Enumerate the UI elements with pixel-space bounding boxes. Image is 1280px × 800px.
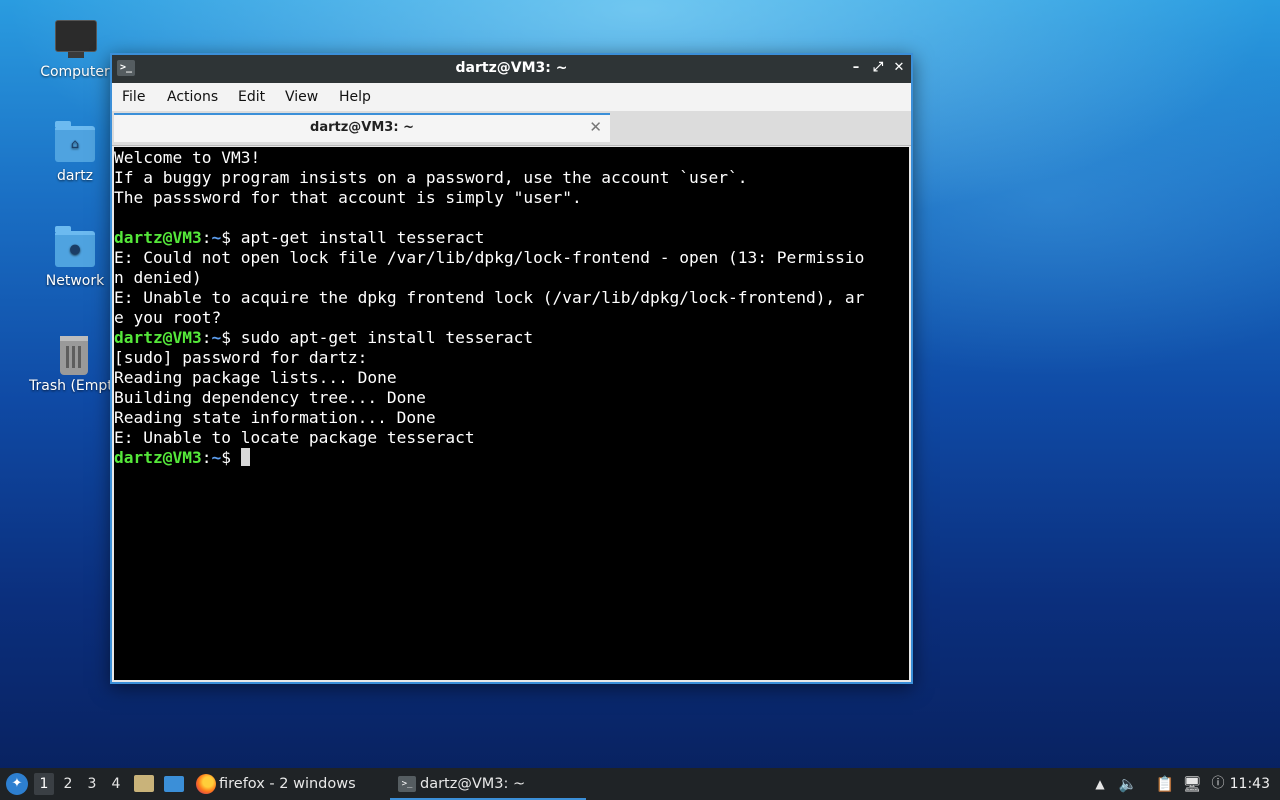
tab-terminal[interactable]: dartz@VM3: ~ ✕	[114, 113, 610, 142]
show-desktop-icon[interactable]	[164, 776, 184, 792]
line-text: The passsword for that account is simply…	[114, 188, 582, 207]
terminal-prompt-line: dartz@VM3:~$	[114, 448, 909, 468]
tab-bar: dartz@VM3: ~ ✕	[112, 111, 911, 146]
prompt-symbol: $	[221, 328, 241, 347]
computer-icon	[53, 16, 97, 60]
prompt-symbol: $	[221, 228, 241, 247]
prompt-user: dartz@VM3	[114, 228, 202, 247]
prompt-colon: :	[201, 228, 212, 247]
terminal-prompt-line: dartz@VM3:~$ sudo apt-get install tesser…	[114, 328, 909, 348]
desktop-icon-label: Trash (Empty)	[29, 378, 110, 394]
file-manager-icon[interactable]	[134, 775, 154, 792]
task-firefox[interactable]: firefox - 2 windows	[196, 768, 376, 800]
line-text: E: Unable to acquire the dpkg frontend l…	[114, 288, 865, 307]
clipboard-icon[interactable]: 📋	[1155, 774, 1175, 794]
terminal-prompt-line: dartz@VM3:~$ apt-get install tesseract	[114, 228, 909, 248]
home-folder-icon: ⌂	[53, 120, 97, 164]
terminal-line: e you root?	[114, 308, 909, 328]
menubar: File Actions Edit View Help	[112, 83, 911, 111]
line-text: [sudo] password for dartz:	[114, 348, 368, 367]
terminal-line: Reading package lists... Done	[114, 368, 909, 388]
update-icon[interactable]: ⓘ	[1208, 774, 1228, 794]
prompt-path: ~	[211, 448, 222, 467]
terminal-line: E: Unable to locate package tesseract	[114, 428, 909, 448]
menu-view[interactable]: View	[285, 89, 318, 105]
maximize-button[interactable]: ⤢	[869, 59, 887, 77]
terminal-cursor	[240, 448, 250, 466]
workspace-3[interactable]: 3	[82, 773, 102, 795]
start-menu-icon[interactable]: ✦	[6, 773, 28, 795]
terminal-line: E: Could not open lock file /var/lib/dpk…	[114, 248, 909, 268]
terminal-line: The passsword for that account is simply…	[114, 188, 909, 208]
workspace-2[interactable]: 2	[58, 773, 78, 795]
window-titlebar[interactable]: >_ dartz@VM3: ~ – ⤢ ✕	[112, 55, 911, 83]
terminal-line: n denied)	[114, 268, 909, 288]
terminal-line: E: Unable to acquire the dpkg frontend l…	[114, 288, 909, 308]
menu-actions[interactable]: Actions	[167, 89, 218, 105]
terminal-window[interactable]: >_ dartz@VM3: ~ – ⤢ ✕ File Actions Edit …	[110, 53, 913, 684]
minimize-button[interactable]: –	[847, 59, 865, 77]
menu-help[interactable]: Help	[339, 89, 371, 105]
menu-edit[interactable]: Edit	[238, 89, 265, 105]
terminal-line: [sudo] password for dartz:	[114, 348, 909, 368]
firefox-icon	[196, 774, 216, 794]
line-text: Building dependency tree... Done	[114, 388, 426, 407]
line-text: E: Unable to locate package tesseract	[114, 428, 475, 447]
terminal-output[interactable]: Welcome to VM3! If a buggy program insist…	[114, 147, 909, 680]
prompt-user: dartz@VM3	[114, 448, 202, 467]
line-text: sudo apt-get install tesseract	[240, 328, 534, 347]
task-terminal[interactable]: >_ dartz@VM3: ~	[390, 768, 586, 800]
taskbar: ✦ 1 2 3 4 firefox - 2 windows >_ dartz@V…	[0, 768, 1280, 800]
prompt-path: ~	[211, 328, 222, 347]
task-label: dartz@VM3: ~	[420, 776, 526, 792]
trash-icon	[52, 330, 96, 375]
eject-icon[interactable]: ▲	[1090, 774, 1110, 794]
prompt-path: ~	[211, 228, 222, 247]
terminal-line: Building dependency tree... Done	[114, 388, 909, 408]
network-icon[interactable]: 🖥	[1182, 774, 1202, 794]
task-label: firefox - 2 windows	[219, 776, 356, 792]
window-title: dartz@VM3: ~	[455, 60, 568, 76]
close-button[interactable]: ✕	[890, 59, 908, 77]
prompt-symbol: $	[221, 448, 241, 467]
terminal-line: Welcome to VM3!	[114, 148, 909, 168]
desktop-icon-trash[interactable]: Trash (Empty)	[22, 330, 110, 394]
terminal-line: Reading state information... Done	[114, 408, 909, 428]
line-text: E: Could not open lock file /var/lib/dpk…	[114, 248, 865, 267]
workspace-1[interactable]: 1	[34, 773, 54, 795]
menu-file[interactable]: File	[122, 89, 145, 105]
network-folder-icon: ●	[53, 225, 97, 269]
workspace-4[interactable]: 4	[106, 773, 126, 795]
volume-icon[interactable]: 🔈	[1118, 774, 1138, 794]
terminal-line: If a buggy program insists on a password…	[114, 168, 909, 188]
line-text: n denied)	[114, 268, 202, 287]
line-text: Welcome to VM3!	[114, 148, 261, 167]
tab-close-icon[interactable]: ✕	[589, 118, 602, 136]
prompt-colon: :	[201, 448, 212, 467]
line-text: If a buggy program insists on a password…	[114, 168, 748, 187]
line-text: apt-get install tesseract	[240, 228, 485, 247]
clock[interactable]: 11:43	[1230, 768, 1270, 800]
terminal-icon: >_	[398, 776, 416, 792]
line-text: e you root?	[114, 308, 222, 327]
prompt-colon: :	[201, 328, 212, 347]
line-text: Reading package lists... Done	[114, 368, 397, 387]
tab-label: dartz@VM3: ~	[310, 120, 414, 135]
line-text: Reading state information... Done	[114, 408, 436, 427]
prompt-user: dartz@VM3	[114, 328, 202, 347]
